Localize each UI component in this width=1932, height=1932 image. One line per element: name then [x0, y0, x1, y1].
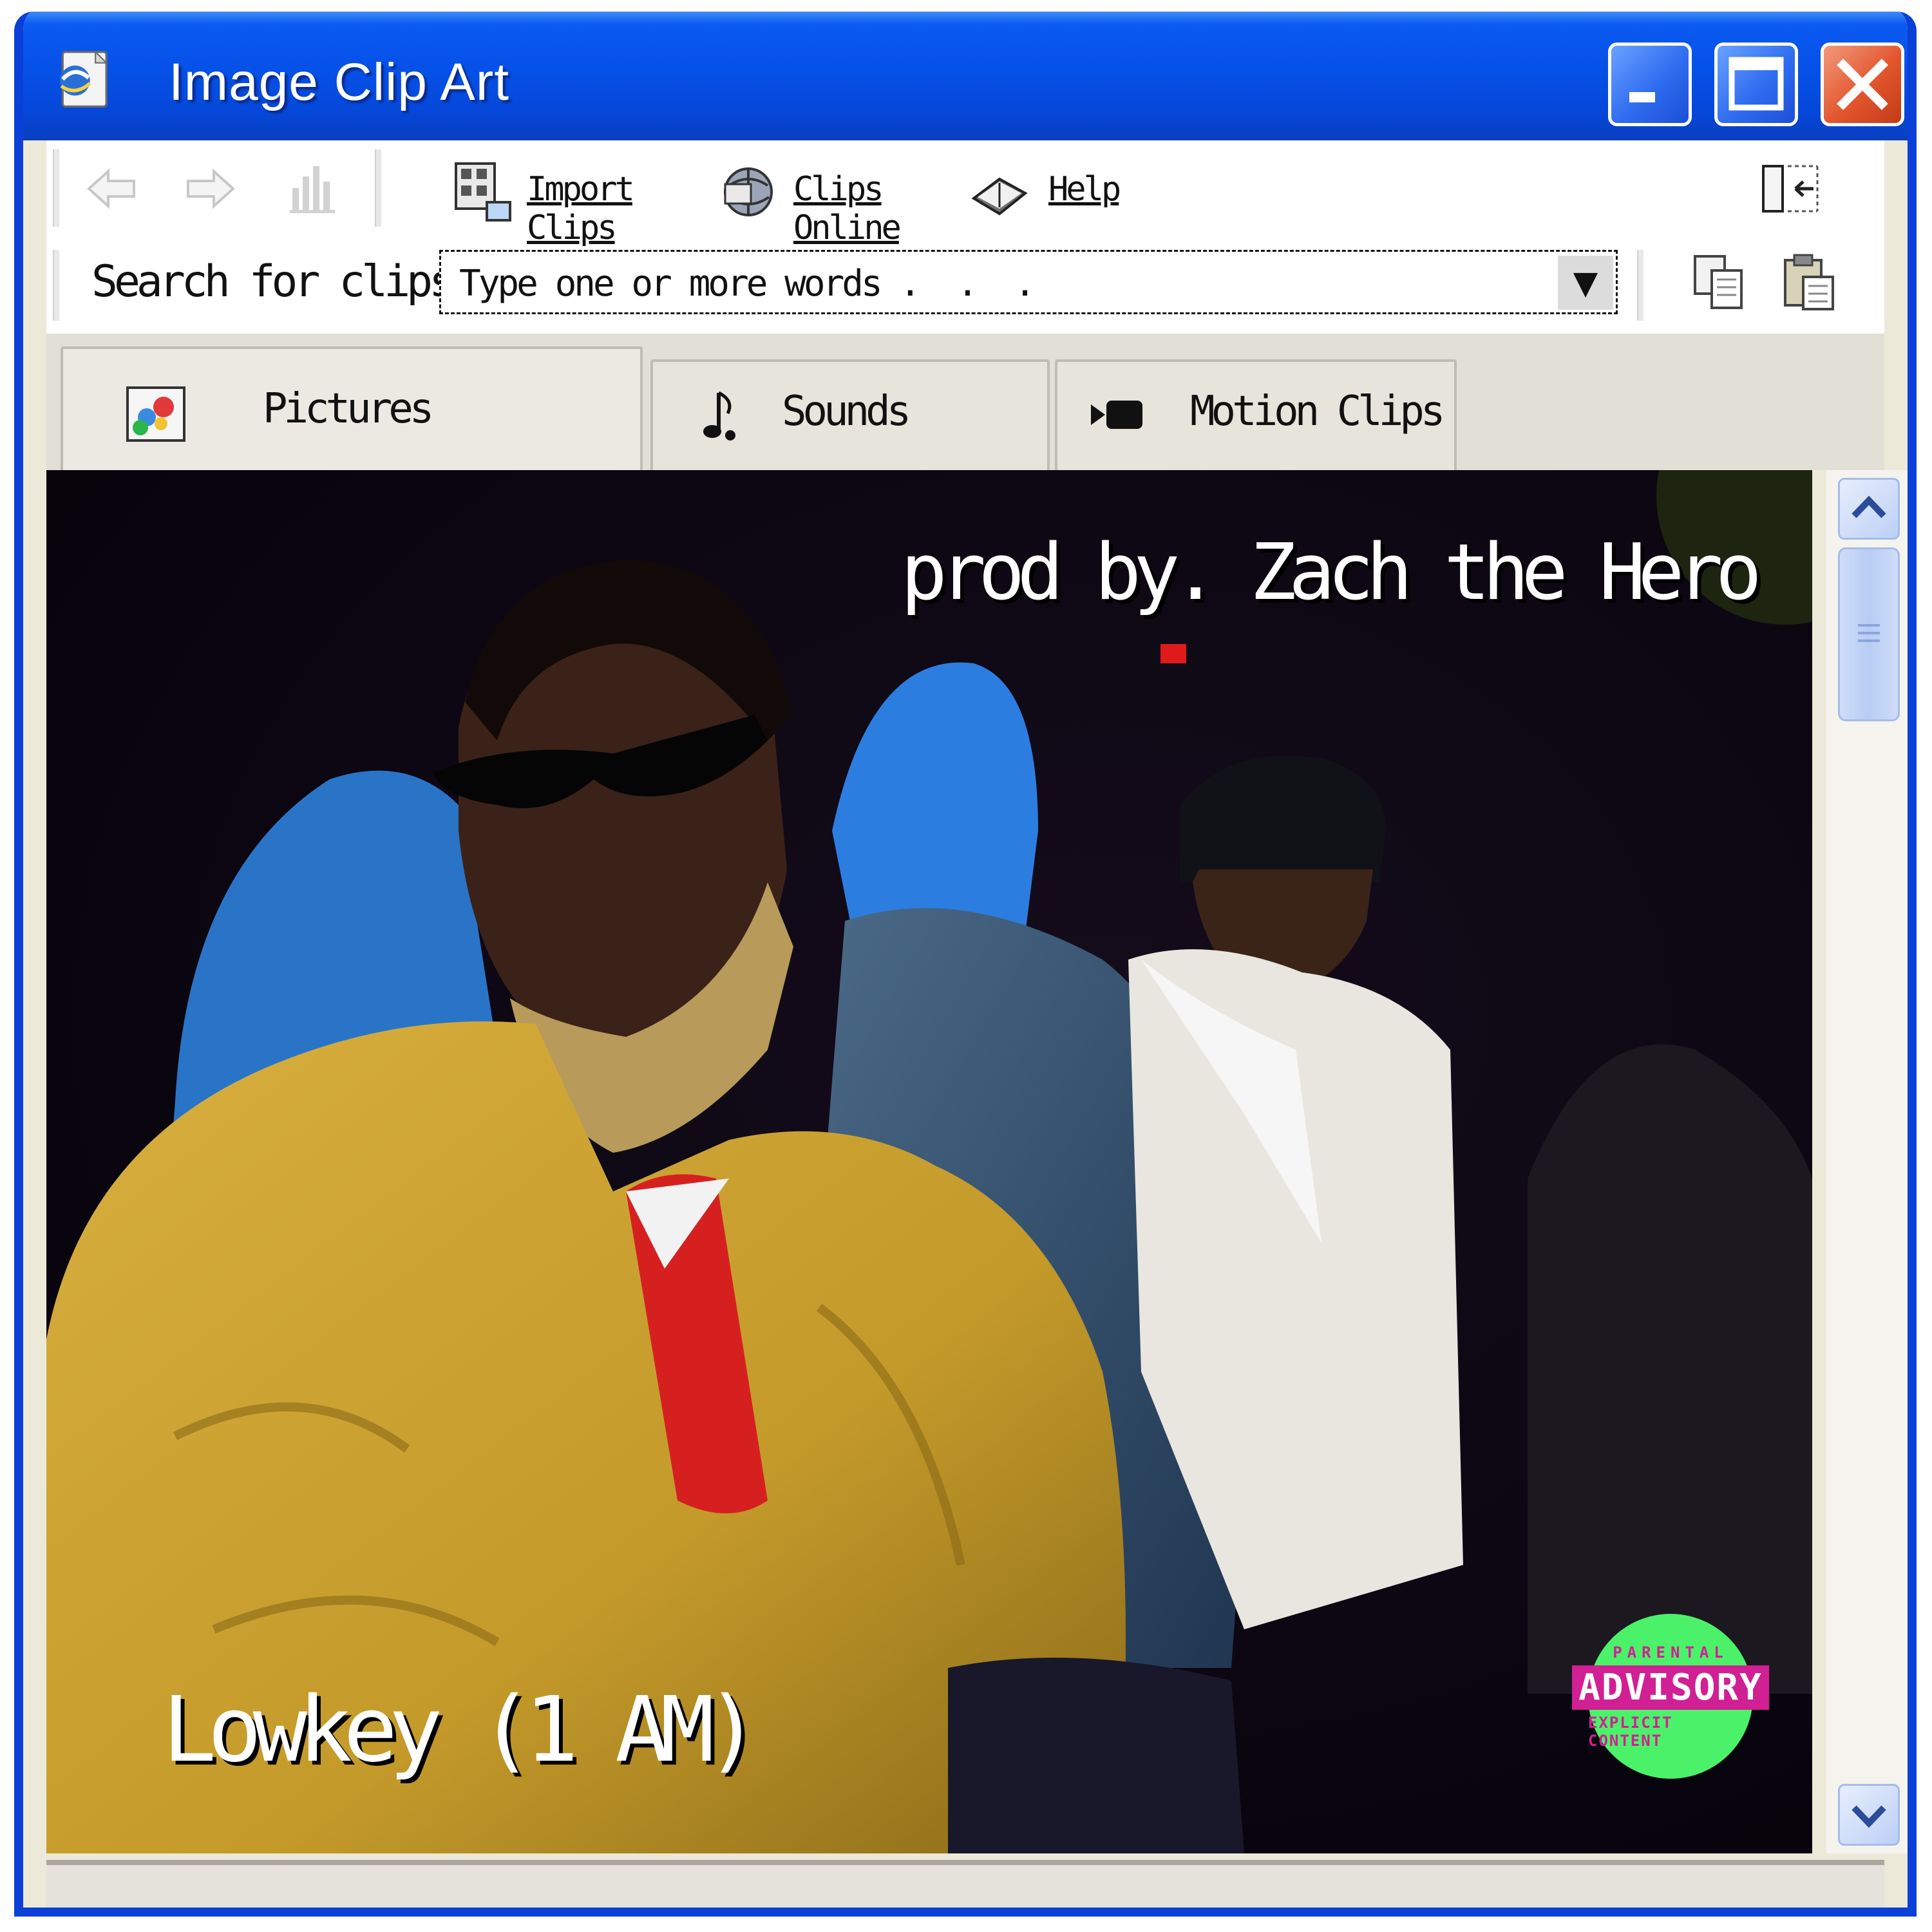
- minimize-icon: [1629, 92, 1655, 102]
- search-input[interactable]: [458, 257, 1517, 310]
- grip-lines-icon: [1858, 624, 1880, 642]
- arrow-left-icon[interactable]: [82, 160, 140, 218]
- badge-top-text: PARENTAL: [1613, 1643, 1728, 1662]
- clips-online-icon: [724, 167, 773, 216]
- badge-bottom-text: EXPLICIT CONTENT: [1588, 1713, 1673, 1750]
- copy-icon[interactable]: [1689, 250, 1753, 314]
- clips-online-label: Clips Online: [793, 170, 902, 247]
- triangle-down-icon: ▼: [1573, 264, 1598, 301]
- paste-icon[interactable]: [1779, 250, 1843, 314]
- producer-credit: prod by. Zach the Hero: [900, 528, 1762, 618]
- search-dropdown-button[interactable]: ▼: [1558, 256, 1613, 310]
- minimize-button[interactable]: [1608, 43, 1692, 126]
- tab-motion-clips[interactable]: Motion Clips: [1055, 359, 1457, 470]
- bar-chart-icon[interactable]: [285, 160, 343, 218]
- toolbar-grip[interactable]: [53, 149, 59, 227]
- pictures-icon: [126, 386, 185, 442]
- tab-strip: Pictures Sounds Motion Clips: [46, 334, 1884, 470]
- window-title: Image Clip Art: [169, 53, 509, 111]
- badge-middle-text: ADVISORY: [1572, 1665, 1769, 1710]
- scroll-down-button[interactable]: [1838, 1784, 1900, 1846]
- title-bar[interactable]: Image Clip Art: [23, 12, 1908, 140]
- scroll-thumb[interactable]: [1838, 547, 1900, 721]
- vertical-scrollbar[interactable]: [1826, 470, 1908, 1853]
- close-icon: [1837, 59, 1888, 110]
- close-button[interactable]: [1821, 43, 1904, 126]
- tab-pictures-label: Pictures: [263, 385, 434, 433]
- tab-sounds-label: Sounds: [782, 388, 911, 435]
- music-note-icon: [703, 391, 735, 440]
- album-artwork-photo: [46, 470, 1812, 1853]
- task-pane-icon[interactable]: [1759, 160, 1824, 218]
- toolbar-separator: [375, 149, 381, 227]
- import-clips-icon: [455, 162, 511, 222]
- clip-organizer-icon: [60, 50, 108, 108]
- parental-advisory-badge: PARENTAL ADVISORY EXPLICIT CONTENT: [1572, 1614, 1769, 1779]
- arrow-right-icon[interactable]: [182, 160, 240, 218]
- help-button[interactable]: Help: [967, 153, 1135, 224]
- scroll-up-button[interactable]: [1838, 478, 1900, 540]
- search-grip[interactable]: [53, 250, 59, 321]
- search-label: Search for clips:: [91, 256, 478, 307]
- clip-preview-area[interactable]: prod by. Zach the Hero Lowkey (1 AM) PAR…: [46, 470, 1812, 1853]
- film-icon: [1091, 401, 1142, 429]
- toolbar: Import Clips Clips Online Help Search fo…: [46, 140, 1884, 334]
- tab-motion-clips-label: Motion Clips: [1190, 388, 1445, 435]
- chevron-down-icon: [1852, 1805, 1886, 1828]
- song-title: Lowkey (1 AM): [162, 1678, 760, 1783]
- clips-online-button[interactable]: Clips Online: [716, 153, 987, 247]
- maximize-icon: [1728, 57, 1784, 111]
- chevron-up-icon: [1852, 495, 1886, 518]
- status-bar: [46, 1860, 1884, 1908]
- import-clips-label: Import Clips: [527, 170, 635, 247]
- import-clips-button[interactable]: Import Clips: [452, 153, 723, 247]
- help-book-icon: [971, 177, 1028, 216]
- clip-art-window: Image Clip Art Import Clips Clips Online…: [14, 12, 1917, 1917]
- search-combobox[interactable]: ▼: [439, 250, 1618, 314]
- tab-sounds[interactable]: Sounds: [650, 359, 1050, 470]
- maximize-button[interactable]: [1714, 43, 1798, 126]
- tab-pictures[interactable]: Pictures: [61, 346, 643, 470]
- toolbar-separator-right: [1637, 250, 1643, 321]
- help-label: Help: [1048, 170, 1121, 209]
